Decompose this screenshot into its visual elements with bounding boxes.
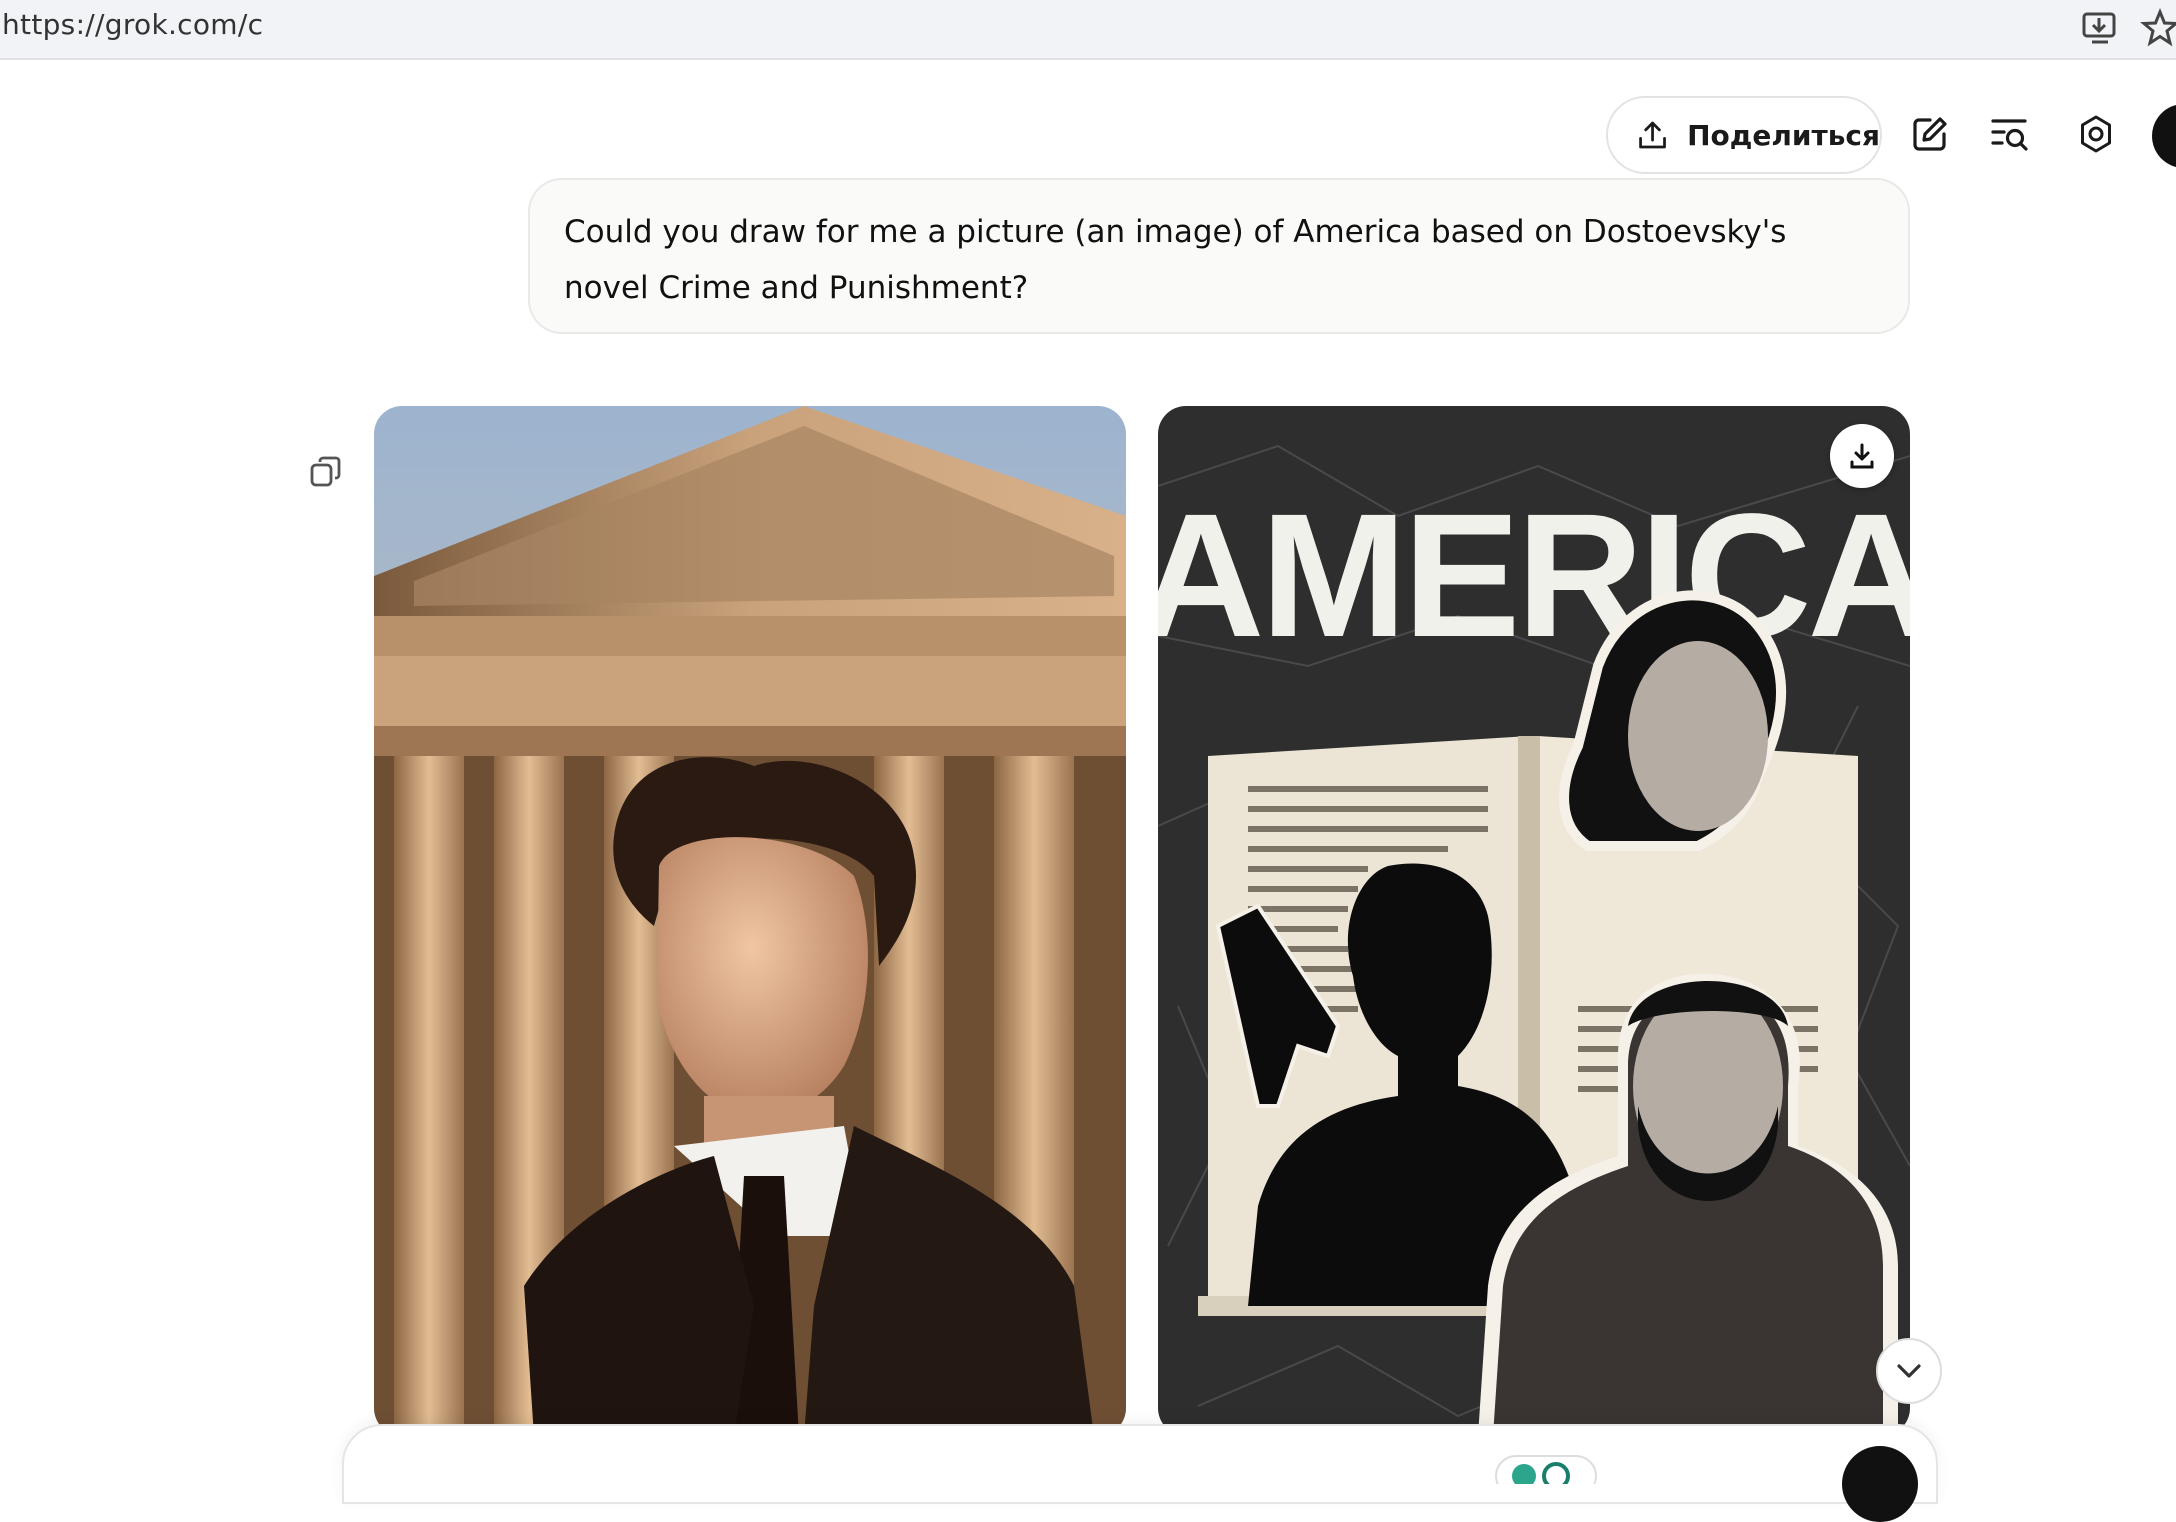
- user-message-bubble: Could you draw for me a picture (an imag…: [528, 178, 1910, 334]
- url-text[interactable]: https://grok.com/c: [2, 8, 263, 41]
- generated-image-1[interactable]: [374, 406, 1126, 1436]
- message-composer[interactable]: [342, 1424, 1938, 1504]
- send-button[interactable]: [1842, 1446, 1918, 1522]
- edit-icon[interactable]: [1910, 114, 1950, 154]
- share-upload-icon: [1639, 121, 1666, 149]
- install-app-icon[interactable]: [2080, 8, 2120, 48]
- history-search-icon[interactable]: [1990, 114, 2030, 154]
- avatar[interactable]: [2152, 104, 2176, 168]
- download-icon: [1850, 443, 1874, 469]
- bookmark-star-icon[interactable]: [2140, 8, 2176, 48]
- composer-mode-icons[interactable]: [1494, 1454, 1600, 1484]
- settings-icon[interactable]: [2076, 114, 2116, 154]
- copy-icon[interactable]: [308, 454, 344, 490]
- man-in-suit-image: [374, 406, 1126, 1436]
- america-poster-image: AMERICA: [1158, 406, 1910, 1436]
- chevron-down-icon: [1897, 1364, 1921, 1378]
- user-message-text: Could you draw for me a picture (an imag…: [564, 214, 1787, 306]
- generated-image-2[interactable]: AMERICA: [1158, 406, 1910, 1436]
- share-label: Поделиться: [1687, 118, 1880, 152]
- scroll-down-button[interactable]: [1876, 1338, 1942, 1404]
- share-button[interactable]: Поделиться: [1606, 96, 1882, 174]
- browser-address-bar: https://grok.com/c: [0, 0, 2176, 60]
- poster-title: AMERICA: [1158, 478, 1910, 674]
- download-button[interactable]: [1830, 424, 1894, 488]
